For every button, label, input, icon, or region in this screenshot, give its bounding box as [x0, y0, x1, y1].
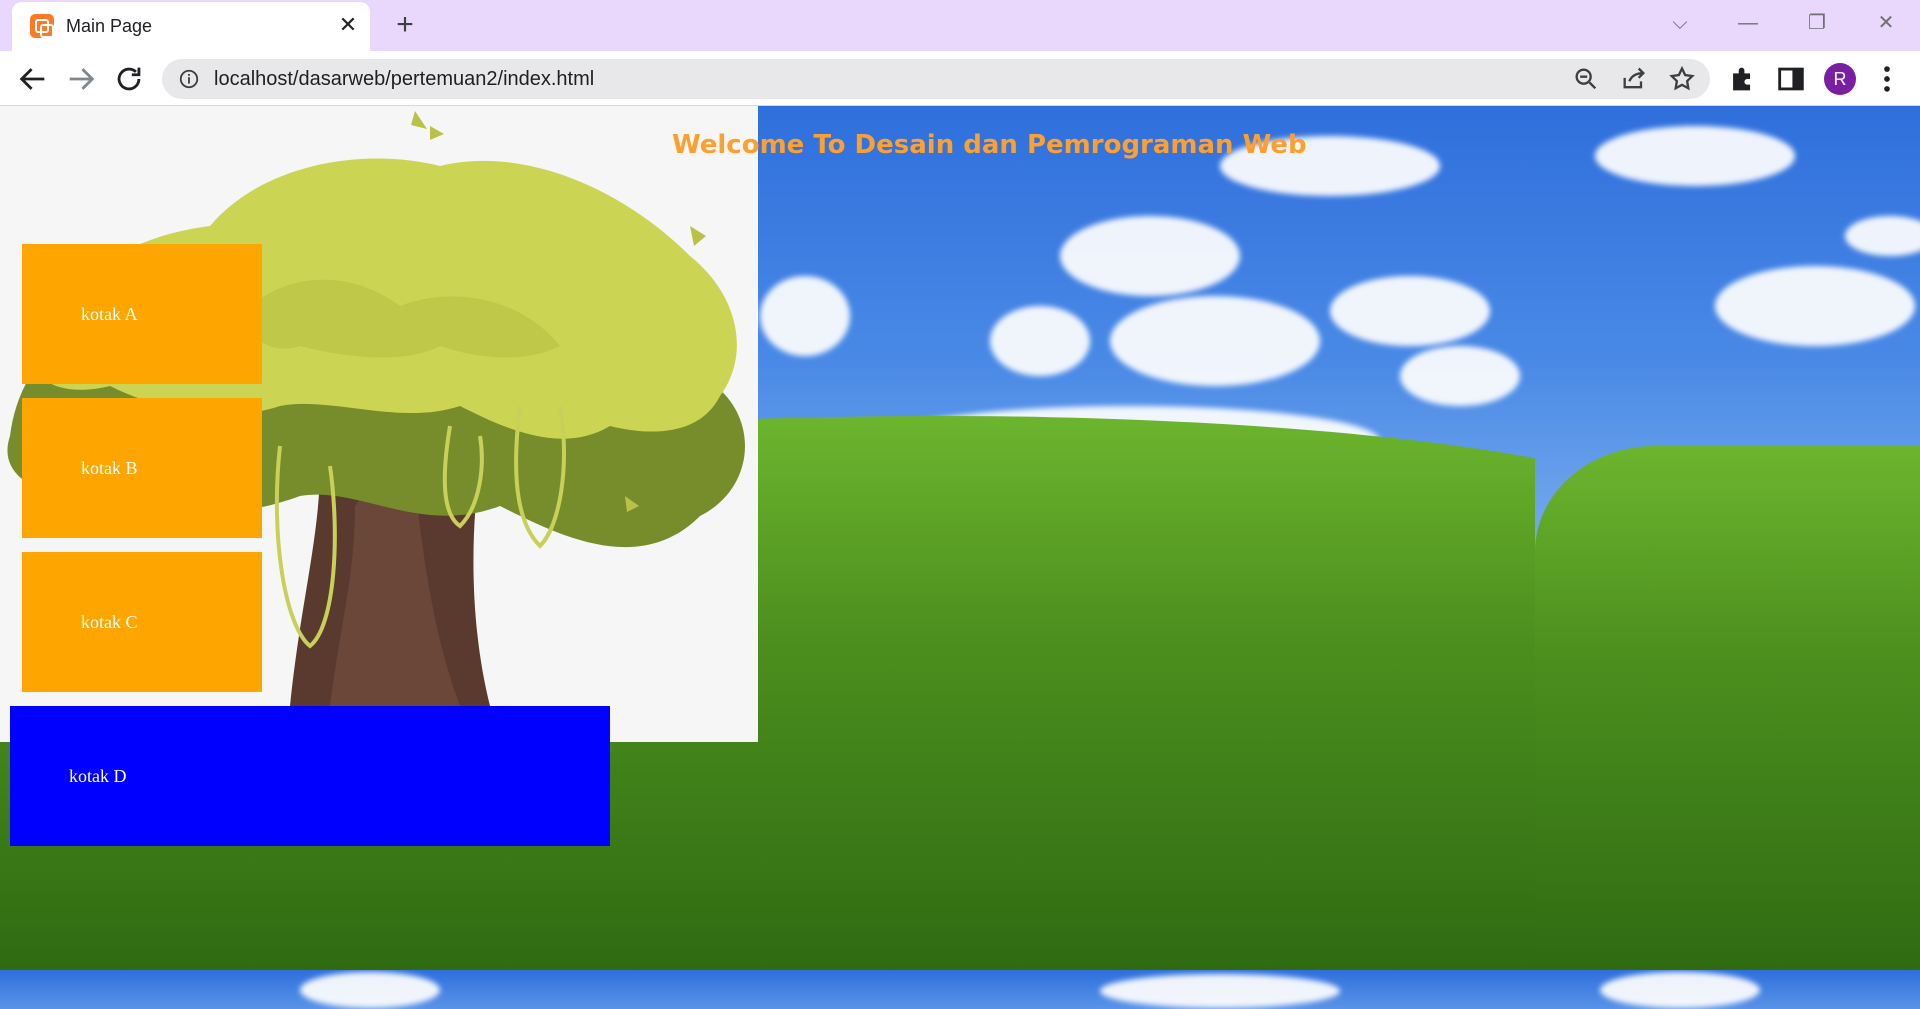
minimize-icon[interactable]: —	[1728, 8, 1768, 38]
address-bar[interactable]: localhost/dasarweb/pertemuan2/index.html	[162, 59, 1710, 99]
tab-main-page[interactable]: Main Page ✕	[12, 2, 370, 51]
page-viewport: Welcome To Desain dan Pemrograman Web ko…	[0, 106, 1920, 1009]
box-kotak-a: kotak A	[22, 244, 262, 384]
close-icon[interactable]: ✕	[335, 12, 361, 38]
share-icon[interactable]	[1620, 65, 1648, 93]
xampp-icon	[30, 14, 54, 38]
box-kotak-b: kotak B	[22, 398, 262, 538]
page-heading: Welcome To Desain dan Pemrograman Web	[672, 130, 1307, 160]
url-text[interactable]: localhost/dasarweb/pertemuan2/index.html	[214, 68, 594, 91]
box-label: kotak D	[69, 766, 127, 786]
box-label: kotak C	[81, 612, 138, 632]
info-icon[interactable]	[178, 68, 200, 90]
box-label: kotak B	[81, 458, 138, 478]
star-icon[interactable]	[1668, 65, 1696, 93]
kebab-menu-icon[interactable]	[1870, 62, 1904, 96]
tab-search-chevron-icon[interactable]: ⌵	[1660, 8, 1700, 38]
box-label: kotak A	[81, 304, 138, 324]
reload-icon[interactable]	[112, 62, 146, 96]
puzzle-icon[interactable]	[1726, 62, 1760, 96]
arrow-left-icon[interactable]	[16, 62, 50, 96]
plus-icon[interactable]: +	[390, 10, 420, 41]
side-panel-icon[interactable]	[1774, 62, 1808, 96]
window-close-icon[interactable]: ✕	[1866, 8, 1906, 38]
background-image-bottom-strip	[0, 970, 1920, 1009]
browser-tab-strip: Main Page ✕ + ⌵ — ❐ ✕	[0, 0, 1920, 51]
avatar[interactable]: R	[1824, 63, 1856, 95]
arrow-right-icon[interactable]	[64, 62, 98, 96]
tab-title: Main Page	[66, 16, 153, 36]
restore-icon[interactable]: ❐	[1797, 8, 1837, 38]
box-kotak-d: kotak D	[10, 706, 610, 846]
background-image-repeat	[1535, 106, 1920, 970]
zoom-out-icon[interactable]	[1572, 65, 1600, 93]
box-kotak-c: kotak C	[22, 552, 262, 692]
